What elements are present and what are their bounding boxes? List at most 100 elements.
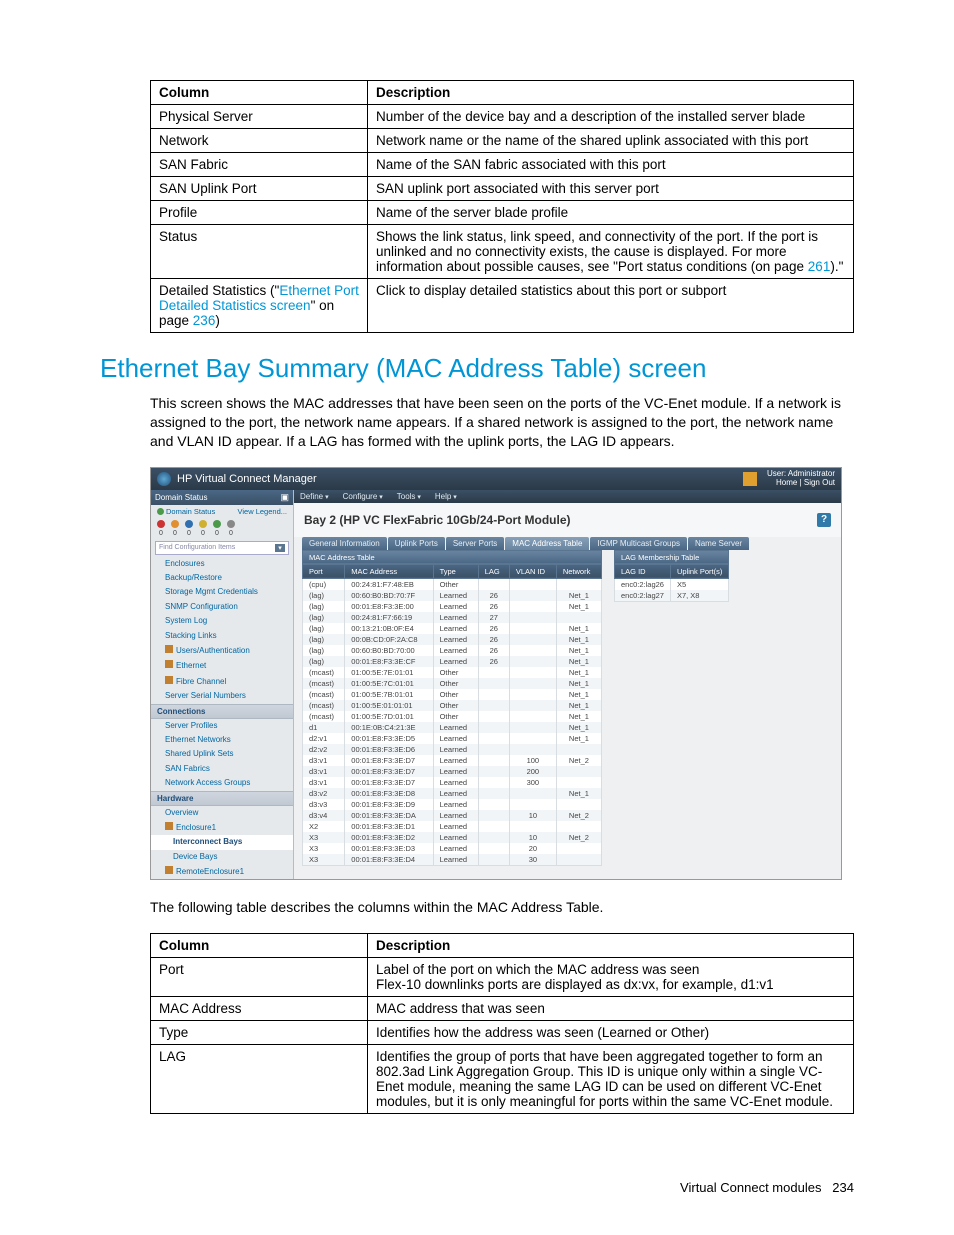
tab[interactable]: Uplink Ports <box>388 537 445 550</box>
cell: Other <box>433 700 478 711</box>
app-titlebar: HP Virtual Connect Manager User: Adminis… <box>151 468 841 490</box>
sidebar-item[interactable]: SAN Fabrics <box>151 762 293 776</box>
table-row: enc0:2:lag26X5 <box>615 578 729 590</box>
cell: (lag) <box>303 612 345 623</box>
column-header[interactable]: LAG <box>478 564 509 578</box>
cell <box>509 689 556 700</box>
cell: (mcast) <box>303 689 345 700</box>
home-icon[interactable] <box>743 472 757 486</box>
column-header[interactable]: VLAN ID <box>509 564 556 578</box>
find-config-input[interactable]: Find Configuration Items ▾ <box>155 541 289 555</box>
domain-status-link[interactable]: Domain Status <box>166 507 215 516</box>
cell: MAC Address <box>151 997 368 1021</box>
cell: Net_1 <box>556 733 601 744</box>
cell: 26 <box>478 634 509 645</box>
tab[interactable]: MAC Address Table <box>505 537 589 550</box>
view-legend-link[interactable]: View Legend... <box>238 507 287 516</box>
sidebar-item[interactable]: Fibre Channel <box>151 674 293 689</box>
tab[interactable]: Name Server <box>688 537 749 550</box>
sidebar-item[interactable]: RemoteEnclosure1 <box>151 864 293 879</box>
cell: Learned <box>433 854 478 866</box>
cell: 26 <box>478 656 509 667</box>
menu-item[interactable]: Define <box>300 492 329 501</box>
column-header[interactable]: Uplink Port(s) <box>670 564 728 578</box>
cell: Learned <box>433 645 478 656</box>
cell: Learned <box>433 832 478 843</box>
cell: 00:01:E8:F3:3E:D3 <box>345 843 433 854</box>
cell: 26 <box>478 601 509 612</box>
sidebar-item[interactable]: Storage Mgmt Credentials <box>151 585 293 599</box>
cell: (lag) <box>303 623 345 634</box>
cell: Type <box>151 1021 368 1045</box>
tab[interactable]: Server Ports <box>446 537 504 550</box>
cell: 00:01:E8:F3:3E:CF <box>345 656 433 667</box>
page-link[interactable]: 261 <box>808 259 831 274</box>
collapse-icon[interactable]: ▣ <box>280 492 289 503</box>
cell: Net_1 <box>556 678 601 689</box>
sidebar-item[interactable]: Interconnect Bays <box>151 835 293 849</box>
column-header[interactable]: Port <box>303 564 345 578</box>
menu-item[interactable]: Tools <box>397 492 421 501</box>
cell: Net_2 <box>556 832 601 843</box>
sidebar-item[interactable]: Shared Uplink Sets <box>151 747 293 761</box>
menu-item[interactable]: Help <box>435 492 457 501</box>
tab[interactable]: General Information <box>302 537 387 550</box>
detailed-stats-link[interactable]: Ethernet Port Detailed Statistics screen <box>159 283 359 313</box>
cell: 00:1E:0B:C4:21:3E <box>345 722 433 733</box>
refresh-icon[interactable] <box>227 520 235 528</box>
cell: Learned <box>433 590 478 601</box>
sidebar-item[interactable]: System Log <box>151 614 293 628</box>
sidebar-item[interactable]: Stacking Links <box>151 629 293 643</box>
sidebar-item[interactable]: Users/Authentication <box>151 643 293 658</box>
cell: 00:13:21:0B:0F:E4 <box>345 623 433 634</box>
mac-address-table: MAC Address Table PortMAC AddressTypeLAG… <box>302 550 602 866</box>
cell: Net_2 <box>556 755 601 766</box>
cell <box>478 667 509 678</box>
table-row: (mcast)01:00:5E:7D:01:01OtherNet_1 <box>303 711 602 722</box>
cell: d3:v1 <box>303 755 345 766</box>
column-header[interactable]: LAG ID <box>615 564 671 578</box>
column-header[interactable]: Type <box>433 564 478 578</box>
column-header[interactable]: Network <box>556 564 601 578</box>
table-row: d3:v100:01:E8:F3:3E:D7Learned100Net_2 <box>303 755 602 766</box>
sidebar-item[interactable]: Overview <box>151 806 293 820</box>
sidebar-item[interactable]: SNMP Configuration <box>151 600 293 614</box>
cell: d3:v2 <box>303 788 345 799</box>
table-row: d2:v100:01:E8:F3:3E:D5LearnedNet_1 <box>303 733 602 744</box>
tab[interactable]: IGMP Multicast Groups <box>590 537 687 550</box>
cell: Profile <box>151 201 368 225</box>
help-icon[interactable]: ? <box>817 513 831 527</box>
page-link[interactable]: 236 <box>193 313 216 328</box>
table-row: d3:v300:01:E8:F3:3E:D9Learned <box>303 799 602 810</box>
cell <box>509 744 556 755</box>
cell <box>478 832 509 843</box>
cell: 00:01:E8:F3:3E:D2 <box>345 832 433 843</box>
sidebar-item[interactable]: Server Profiles <box>151 719 293 733</box>
sidebar-item[interactable]: Device Bays <box>151 850 293 864</box>
cell: Net_1 <box>556 590 601 601</box>
cell <box>509 623 556 634</box>
sidebar-item[interactable]: Server Serial Numbers <box>151 689 293 703</box>
sidebar-item[interactable]: Ethernet Networks <box>151 733 293 747</box>
cell: Other <box>433 578 478 590</box>
table-row: X200:01:E8:F3:3E:D1Learned <box>303 821 602 832</box>
cell: d2:v2 <box>303 744 345 755</box>
cell: (mcast) <box>303 678 345 689</box>
sidebar-item[interactable]: Network Access Groups <box>151 776 293 790</box>
cell: Learned <box>433 744 478 755</box>
cell: Learned <box>433 821 478 832</box>
lag-table-title: LAG Membership Table <box>615 550 729 564</box>
cell: 00:01:E8:F3:3E:DA <box>345 810 433 821</box>
menu-item[interactable]: Configure <box>343 492 383 501</box>
sidebar-item[interactable]: Enclosure1 <box>151 820 293 835</box>
cell: Learned <box>433 612 478 623</box>
cell: Net_1 <box>556 623 601 634</box>
cell <box>556 799 601 810</box>
sidebar-item[interactable]: Backup/Restore <box>151 571 293 585</box>
table-row: (lag)00:24:81:F7:66:19Learned27 <box>303 612 602 623</box>
cell: X2 <box>303 821 345 832</box>
sidebar-item[interactable]: Enclosures <box>151 557 293 571</box>
sidebar-item[interactable]: Ethernet <box>151 658 293 673</box>
column-header[interactable]: MAC Address <box>345 564 433 578</box>
cell <box>509 601 556 612</box>
